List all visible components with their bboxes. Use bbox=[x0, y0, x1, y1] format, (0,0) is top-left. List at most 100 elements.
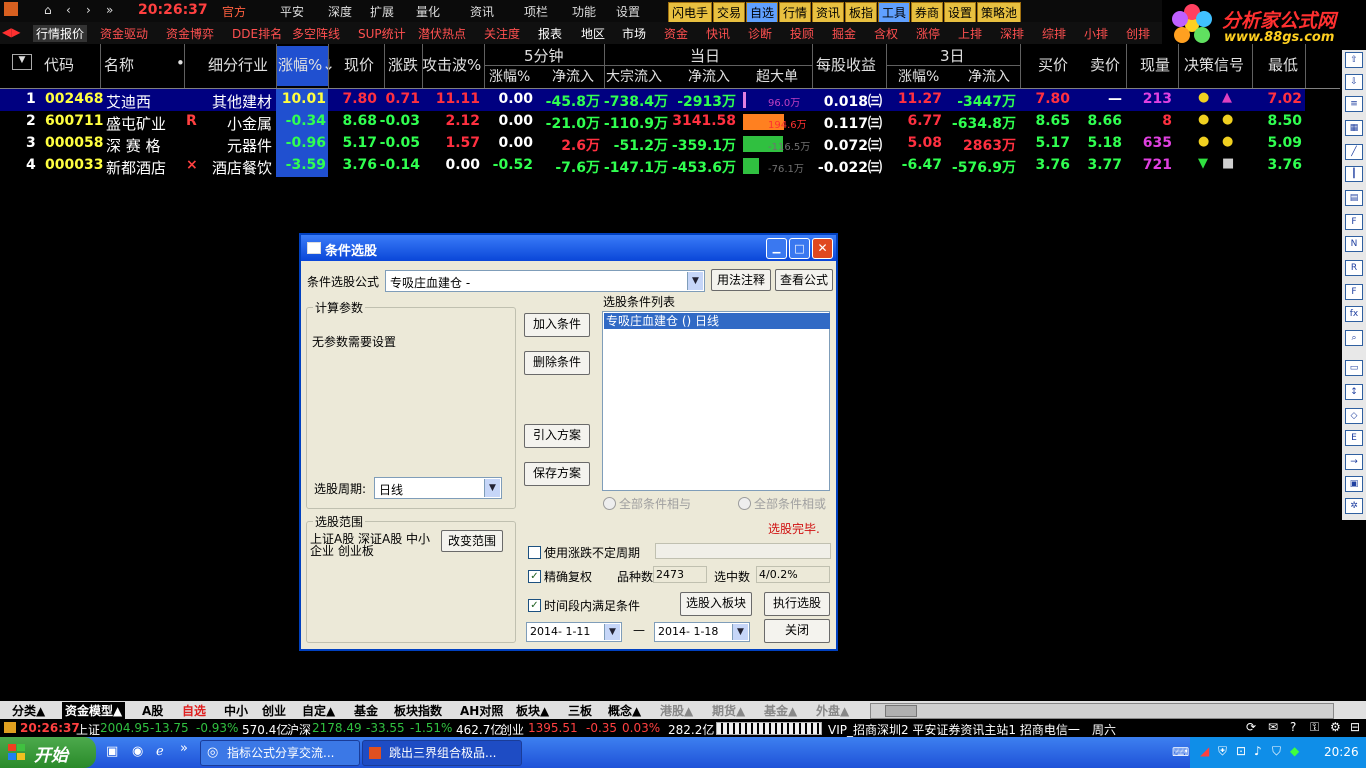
zoom-icon[interactable]: ◇ bbox=[1345, 408, 1363, 424]
quicklaunch-more-icon[interactable]: » bbox=[180, 741, 188, 756]
btn-watchlist[interactable]: 自选 bbox=[746, 2, 779, 23]
start-button[interactable]: 开始 bbox=[0, 737, 96, 768]
date-from-input[interactable]: 2014- 1-11 ▼ bbox=[526, 622, 622, 642]
tab-dig-gold[interactable]: 掘金 bbox=[832, 25, 856, 42]
tab-sup[interactable]: SUP统计 bbox=[358, 25, 406, 42]
tab-fund[interactable]: 资金 bbox=[664, 25, 688, 42]
btab-watchlist[interactable]: 自选 bbox=[182, 702, 206, 719]
date-to-input[interactable]: 2014- 1-18 ▼ bbox=[654, 622, 750, 642]
btab-custom[interactable]: 自定▲ bbox=[302, 702, 335, 719]
menu-quant[interactable]: 量化 bbox=[416, 3, 440, 20]
list-item[interactable]: 专吸庄血建仓 () 日线 bbox=[604, 313, 830, 329]
menu-column[interactable]: 项栏 bbox=[524, 3, 548, 20]
radio-and[interactable] bbox=[603, 497, 616, 510]
col-price[interactable]: 现价 bbox=[344, 54, 374, 75]
back-icon[interactable]: ‹ bbox=[66, 3, 71, 17]
menu-extend[interactable]: 扩展 bbox=[370, 3, 394, 20]
btab-hk[interactable]: 港股▲ bbox=[660, 702, 693, 719]
forward-icon[interactable]: › bbox=[86, 3, 91, 17]
up-arrow-icon[interactable]: ⇧ bbox=[1345, 52, 1363, 68]
btn-trade[interactable]: 交易 bbox=[713, 2, 746, 23]
tab-flash-news[interactable]: 快讯 bbox=[706, 25, 730, 42]
select-to-block-button[interactable]: 选股入板块 bbox=[680, 592, 752, 616]
tab-report[interactable]: 报表 bbox=[538, 25, 562, 42]
login-icon[interactable]: → bbox=[1345, 454, 1363, 470]
tray-antivirus-icon[interactable]: ⛉ bbox=[1272, 744, 1281, 759]
btab-fund-model[interactable]: 资金模型▲ bbox=[62, 702, 126, 719]
btab-fund2[interactable]: 基金▲ bbox=[764, 702, 797, 719]
btab-board-index[interactable]: 板块指数 bbox=[394, 702, 442, 719]
task-app[interactable]: 跳出三界组合极品... bbox=[362, 740, 522, 766]
tray-volume-icon[interactable]: ♪ bbox=[1254, 744, 1262, 758]
folder-icon[interactable]: ▭ bbox=[1345, 360, 1363, 376]
quicklaunch-desktop-icon[interactable]: ▣ bbox=[106, 744, 118, 759]
menu-official[interactable]: 官方 bbox=[222, 3, 246, 20]
col-attack[interactable]: 攻击波% bbox=[422, 54, 481, 75]
dialog-titlebar[interactable]: 条件选股 ▁ □ ✕ bbox=[301, 235, 836, 261]
condition-list[interactable]: 专吸庄血建仓 () 日线 bbox=[602, 311, 830, 491]
col-eps[interactable]: 每股收益 bbox=[816, 54, 876, 75]
tab-region[interactable]: 地区 bbox=[581, 25, 605, 42]
table-row[interactable]: 3 000058 深 赛 格元器件 -0.96 5.17 -0.05 1.57 0.00 2.6… bbox=[0, 133, 1305, 155]
col-signal[interactable]: 决策信号 bbox=[1184, 54, 1244, 75]
delete-condition-button[interactable]: 删除条件 bbox=[524, 351, 590, 375]
minimize-icon[interactable]: ▁ bbox=[766, 238, 787, 259]
tab-dde[interactable]: DDE排名 bbox=[232, 25, 282, 42]
col-code[interactable]: 代码 bbox=[44, 54, 74, 75]
btab-board[interactable]: 板块▲ bbox=[516, 702, 549, 719]
expand-down-icon[interactable]: » bbox=[106, 3, 113, 17]
table-row[interactable]: 1 002468 艾迪西 其他建材 10.01 7.80 0.71 11.11 0.00 -45.… bbox=[0, 89, 1305, 111]
col-3day-flow[interactable]: 净流入 bbox=[968, 66, 1010, 86]
col-net-flow[interactable]: 净流入 bbox=[688, 66, 730, 86]
btab-foreign[interactable]: 外盘▲ bbox=[816, 702, 849, 719]
column-menu-icon[interactable]: ▼ bbox=[12, 54, 32, 70]
tab-all-rank[interactable]: 综排 bbox=[1042, 25, 1066, 42]
tab-quote[interactable]: 行情报价 bbox=[33, 25, 88, 42]
btn-strategy-pool[interactable]: 策略池 bbox=[977, 2, 1022, 23]
list-icon[interactable]: ≡ bbox=[1345, 96, 1363, 112]
search-icon[interactable]: ⌕ bbox=[1345, 330, 1363, 346]
btab-sme[interactable]: 中小 bbox=[224, 702, 248, 719]
line-chart-icon[interactable]: ╱ bbox=[1345, 144, 1363, 160]
btab-futures[interactable]: 期货▲ bbox=[712, 702, 745, 719]
menu-depth[interactable]: 深度 bbox=[328, 3, 352, 20]
tab-diagnose[interactable]: 诊断 bbox=[748, 25, 772, 42]
add-condition-button[interactable]: 加入条件 bbox=[524, 313, 590, 337]
btab-category[interactable]: 分类▲ bbox=[12, 702, 45, 719]
exact-rights-checkbox[interactable]: ✓ bbox=[528, 570, 541, 583]
btn-broker[interactable]: 券商 bbox=[911, 2, 944, 23]
tab-sh-rank[interactable]: 上排 bbox=[958, 25, 982, 42]
horizontal-scrollbar[interactable] bbox=[870, 703, 1334, 719]
quicklaunch-ie-icon[interactable]: ℯ bbox=[156, 744, 164, 759]
mail-icon[interactable]: ✉ bbox=[1268, 720, 1278, 734]
f12-icon[interactable]: F bbox=[1345, 284, 1363, 300]
tray-security-icon[interactable]: ◆ bbox=[1290, 744, 1299, 758]
save-plan-button[interactable]: 保存方案 bbox=[524, 462, 590, 486]
maximize-icon[interactable]: □ bbox=[789, 238, 810, 259]
btab-third-board[interactable]: 三板 bbox=[568, 702, 592, 719]
help-icon[interactable]: ? bbox=[1290, 720, 1296, 734]
btab-fund[interactable]: 基金 bbox=[354, 702, 378, 719]
formula-icon[interactable]: fx bbox=[1345, 306, 1363, 322]
btn-tools[interactable]: 工具 bbox=[878, 2, 911, 23]
btab-gem[interactable]: 创业 bbox=[262, 702, 286, 719]
tab-limit-up[interactable]: 涨停 bbox=[916, 25, 940, 42]
btn-board-index[interactable]: 板指 bbox=[845, 2, 878, 23]
report-icon[interactable]: R bbox=[1345, 260, 1363, 276]
table-row[interactable]: 4 000033 新都酒店 × 酒店餐饮 -3.59 3.76 -0.14 0.00 -0.52-… bbox=[0, 155, 1305, 177]
tab-small-rank[interactable]: 小排 bbox=[1084, 25, 1108, 42]
gear-icon[interactable]: ✲ bbox=[1345, 498, 1363, 514]
btn-quote[interactable]: 行情 bbox=[779, 2, 812, 23]
btab-ah[interactable]: AH对照 bbox=[460, 702, 503, 719]
table-row[interactable]: 2 600711 盛屯矿业 R 小金属 -0.34 8.68 -0.03 2.12 0.00 -21… bbox=[0, 111, 1305, 133]
col-change[interactable]: 涨跌 bbox=[388, 54, 418, 75]
tray-shield-icon[interactable]: ⛨ bbox=[1218, 744, 1227, 759]
tab-attention[interactable]: 关注度 bbox=[484, 25, 520, 42]
table-icon[interactable]: ▤ bbox=[1345, 190, 1363, 206]
col-pct[interactable]: 涨幅%↓ bbox=[278, 54, 335, 75]
col-low[interactable]: 最低 bbox=[1268, 54, 1298, 75]
grid-icon[interactable]: ▦ bbox=[1345, 120, 1363, 136]
home-icon[interactable]: ⌂ bbox=[44, 3, 52, 17]
col-3day-pct[interactable]: 涨幅% bbox=[898, 66, 939, 86]
chevron-down-icon[interactable]: ▼ bbox=[604, 624, 620, 640]
